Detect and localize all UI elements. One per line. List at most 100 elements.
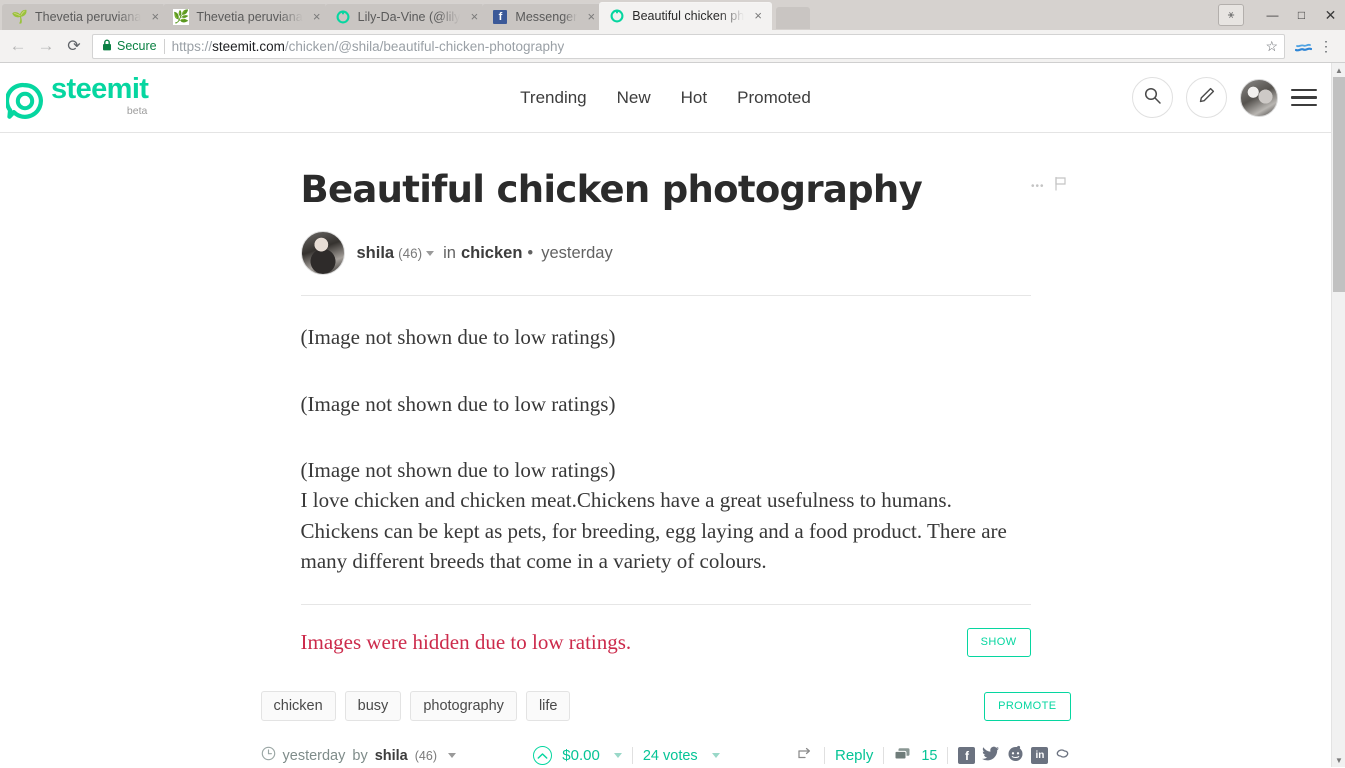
browser-tab-1[interactable]: 🌱 Thevetia peruviana × bbox=[2, 3, 170, 30]
footer-divider bbox=[947, 747, 949, 765]
avatar[interactable] bbox=[1240, 78, 1278, 117]
comment-count[interactable]: 15 bbox=[921, 748, 937, 764]
reddit-share-icon[interactable] bbox=[1007, 745, 1024, 766]
image-placeholder-3: (Image not shown due to low ratings) bbox=[300, 458, 616, 483]
lock-icon bbox=[102, 39, 112, 54]
steemit-page: steemit beta Trending New Hot Promoted •… bbox=[0, 63, 1331, 767]
footer-author-reputation: (46) bbox=[414, 748, 437, 763]
footer-divider bbox=[631, 747, 633, 765]
flag-icon[interactable] bbox=[1054, 176, 1067, 196]
minimize-button[interactable]: — bbox=[1258, 0, 1287, 30]
browser-tab-5-active[interactable]: Beautiful chicken ph × bbox=[599, 2, 773, 30]
comment-icon[interactable] bbox=[894, 747, 911, 765]
tag-busy[interactable]: busy bbox=[344, 690, 402, 722]
tab-strip: 🌱 Thevetia peruviana × 🌿 Thevetia peruvi… bbox=[0, 0, 1345, 30]
post-byline: shila (46) in chicken • yesterday bbox=[300, 231, 1031, 276]
show-button[interactable]: SHOW bbox=[966, 627, 1031, 657]
plant-icon: 🌱 bbox=[11, 9, 29, 24]
author-reputation: (46) bbox=[398, 245, 423, 261]
steemit-wordmark-wrap: steemit beta bbox=[51, 72, 149, 121]
back-icon[interactable]: ← bbox=[4, 32, 32, 60]
tag-photography[interactable]: photography bbox=[410, 690, 517, 722]
chevron-down-icon[interactable] bbox=[613, 753, 622, 759]
url-text: https://steemit.com/chicken/@shila/beaut… bbox=[172, 39, 565, 54]
address-bar[interactable]: Secure https://steemit.com/chicken/@shil… bbox=[92, 33, 1285, 59]
image-placeholder-2: (Image not shown due to low ratings) bbox=[300, 391, 616, 416]
header-actions bbox=[1132, 77, 1317, 118]
chevron-down-icon[interactable] bbox=[426, 250, 435, 256]
tab-title: Beautiful chicken ph bbox=[632, 9, 745, 23]
tab-title: Thevetia peruviana bbox=[35, 9, 142, 24]
tab-close-icon[interactable]: × bbox=[309, 9, 325, 25]
author-name[interactable]: shila bbox=[357, 244, 395, 263]
search-button[interactable] bbox=[1132, 77, 1173, 118]
extension-icon[interactable] bbox=[1291, 34, 1315, 58]
reload-icon[interactable]: ⟳ bbox=[60, 32, 88, 60]
beta-label: beta bbox=[126, 104, 148, 117]
byline-separator: • bbox=[527, 243, 534, 262]
nav-item-trending[interactable]: Trending bbox=[520, 88, 586, 108]
profile-chip-icon[interactable]: ⚹ bbox=[1218, 4, 1244, 26]
forward-icon[interactable]: → bbox=[32, 32, 60, 60]
link-share-icon[interactable] bbox=[1055, 746, 1070, 765]
tag-life[interactable]: life bbox=[525, 690, 571, 722]
facebook-share-icon[interactable]: f bbox=[958, 747, 976, 765]
maximize-button[interactable]: □ bbox=[1287, 0, 1316, 30]
close-window-button[interactable]: ✕ bbox=[1316, 0, 1345, 30]
url-host: steemit.com bbox=[212, 38, 285, 54]
facebook-favicon-icon: f bbox=[492, 9, 508, 25]
tab-close-icon[interactable]: × bbox=[750, 8, 766, 24]
payout-value[interactable]: $0.00 bbox=[562, 747, 600, 764]
scroll-down-icon[interactable]: ▼ bbox=[1332, 753, 1345, 767]
linkedin-share-icon[interactable]: in bbox=[1031, 747, 1049, 765]
tag-chicken[interactable]: chicken bbox=[260, 690, 336, 722]
new-post-button[interactable] bbox=[1186, 77, 1227, 118]
post-category[interactable]: chicken bbox=[461, 244, 522, 263]
nav-item-hot[interactable]: Hot bbox=[681, 88, 707, 108]
url-path: /chicken/@shila/beautiful-chicken-photog… bbox=[284, 38, 565, 54]
site-nav: Trending New Hot Promoted bbox=[520, 88, 811, 108]
votes-count[interactable]: 24 votes bbox=[643, 748, 698, 764]
tab-close-icon[interactable]: × bbox=[466, 9, 482, 25]
footer-author-name[interactable]: shila bbox=[375, 748, 408, 764]
chrome-menu-icon[interactable]: ⋮ bbox=[1315, 32, 1337, 60]
url-scheme: https:// bbox=[171, 38, 213, 54]
post-time: yesterday bbox=[541, 243, 613, 262]
author-avatar[interactable] bbox=[300, 231, 345, 276]
upvote-button[interactable] bbox=[533, 746, 553, 766]
tab-close-icon[interactable]: × bbox=[147, 9, 163, 25]
nav-item-promoted[interactable]: Promoted bbox=[737, 88, 811, 108]
chevron-down-icon[interactable] bbox=[711, 753, 720, 759]
tab-title: Thevetia peruviana bbox=[196, 9, 303, 24]
hamburger-icon[interactable] bbox=[1291, 88, 1317, 107]
tab-close-icon[interactable]: × bbox=[583, 9, 599, 25]
bookmark-star-icon[interactable]: ☆ bbox=[1257, 38, 1278, 55]
omnibox-divider bbox=[163, 38, 165, 54]
in-word: in bbox=[443, 243, 456, 262]
reply-link[interactable]: Reply bbox=[835, 747, 873, 764]
resteem-icon[interactable] bbox=[797, 747, 814, 764]
more-options-icon[interactable]: ••• bbox=[1031, 181, 1045, 192]
scroll-up-icon[interactable]: ▲ bbox=[1332, 63, 1345, 77]
content-area: ••• Beautiful chicken photography shila … bbox=[0, 133, 1331, 767]
search-icon bbox=[1143, 86, 1162, 110]
post-footer-bar: yesterday by shila (46) $0.00 24 votes R… bbox=[261, 721, 1071, 766]
post-actions-group: Reply 15 f in bbox=[797, 745, 1071, 766]
browser-tab-2[interactable]: 🌿 Thevetia peruviana × bbox=[163, 3, 331, 30]
page-scrollbar[interactable]: ▲ ▼ bbox=[1331, 63, 1345, 767]
chevron-down-icon[interactable] bbox=[447, 753, 456, 759]
twitter-share-icon[interactable] bbox=[982, 746, 1000, 765]
browser-tab-3[interactable]: Lily-Da-Vine (@lily × bbox=[324, 3, 489, 30]
footer-time: yesterday bbox=[282, 747, 346, 764]
scrollbar-thumb[interactable] bbox=[1333, 77, 1345, 292]
new-tab-button[interactable] bbox=[776, 7, 811, 29]
steemit-favicon-icon bbox=[609, 8, 625, 24]
clock-icon bbox=[261, 746, 276, 765]
site-header: steemit beta Trending New Hot Promoted bbox=[0, 63, 1331, 133]
promote-button[interactable]: PROMOTE bbox=[984, 691, 1071, 721]
steemit-wordmark: steemit bbox=[51, 72, 149, 105]
nav-item-new[interactable]: New bbox=[617, 88, 651, 108]
vote-group: $0.00 24 votes bbox=[533, 746, 720, 766]
browser-tab-4[interactable]: f Messenger × bbox=[482, 3, 606, 30]
steemit-logo[interactable]: steemit beta bbox=[4, 72, 149, 121]
